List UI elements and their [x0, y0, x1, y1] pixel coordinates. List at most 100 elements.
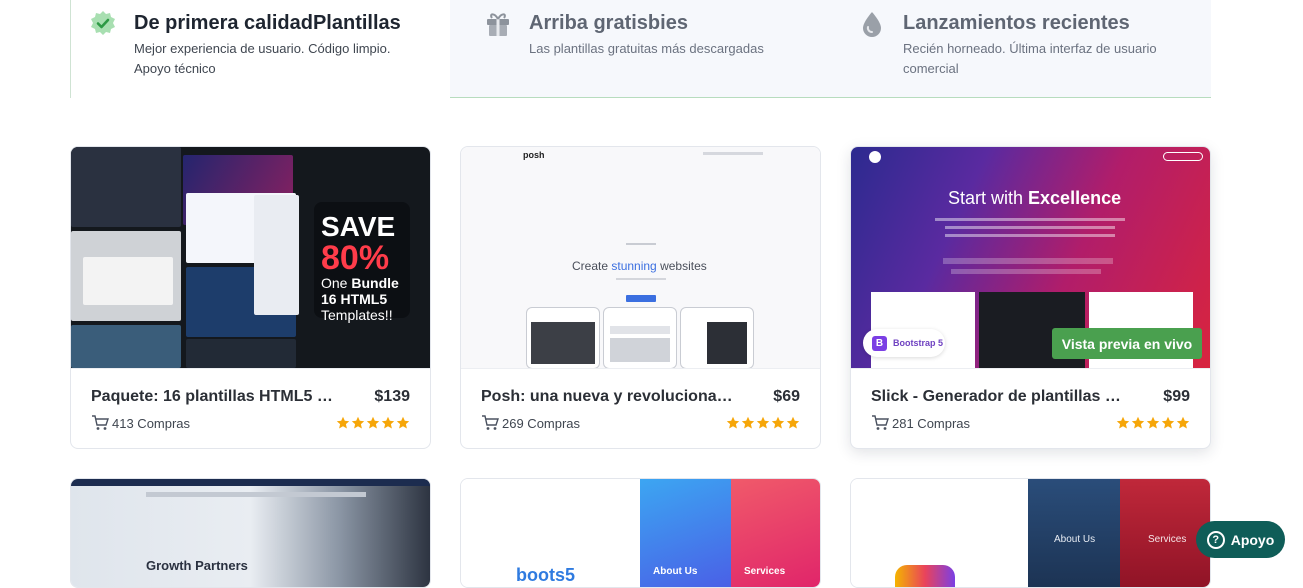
posh-headline-b: stunning	[611, 259, 657, 273]
feature-top-free[interactable]: Arriba gratisbies Las plantillas gratuit…	[466, 0, 826, 98]
bundle-line: One Bundle	[321, 275, 399, 291]
star-icon	[1131, 416, 1145, 429]
tile-label: Services	[1148, 534, 1187, 545]
device-tablet	[526, 307, 600, 368]
product-preview-image[interactable]: SAVE 80% One Bundle 16 HTML5 Templates!!	[71, 147, 430, 368]
product-sales: 269 Compras	[481, 415, 580, 431]
product-preview-image[interactable]: About Us Services	[851, 479, 1210, 587]
cart-icon	[92, 415, 109, 430]
product-sales-count: 281 Compras	[892, 415, 971, 431]
tile-label: About Us	[653, 566, 698, 577]
drop-icon	[858, 10, 886, 38]
product-preview-image[interactable]: Start with Excellence B Bootstrap 5 Vist…	[851, 147, 1210, 368]
gift-icon	[484, 10, 512, 38]
bundle-word: Bundle	[351, 275, 399, 291]
tile-services: Services	[731, 479, 820, 587]
product-card[interactable]: SAVE 80% One Bundle 16 HTML5 Templates!!…	[70, 146, 431, 449]
feature-title: De primera calidadPlantillas	[134, 12, 401, 34]
bundle-one: One	[321, 275, 348, 291]
bootstrap5-label: Bootstrap 5	[893, 338, 944, 348]
bootstrap-icon: B	[872, 335, 887, 351]
star-icon	[381, 416, 395, 429]
help-icon: ?	[1206, 530, 1225, 549]
star-icon	[336, 416, 350, 429]
product-price: $139	[374, 388, 410, 405]
product-preview-image[interactable]: Growth Partners	[71, 479, 430, 587]
slick-lead	[945, 234, 1115, 237]
bundle-templates: Templates!!	[321, 307, 393, 323]
slick-headline: Start with Excellence	[948, 188, 1121, 209]
product-info: Posh: una nueva y revolucionaria plantil…	[461, 368, 820, 448]
product-card[interactable]: boots5 About Us Services	[460, 478, 821, 588]
star-icon	[726, 416, 740, 429]
star-icon	[741, 416, 755, 429]
slick-lead	[945, 226, 1115, 229]
product-title[interactable]: Posh: una nueva y revolucionaria plantil…	[481, 388, 733, 406]
product-title[interactable]: Slick - Generador de plantillas Bootstra…	[871, 388, 1123, 406]
device-tablet	[680, 307, 754, 368]
badge-check-icon	[89, 10, 117, 38]
tile-label: Services	[744, 566, 786, 577]
slick-headline-b: Excellence	[1028, 188, 1122, 208]
star-icon	[1116, 416, 1130, 429]
posh-headline: Create stunning websites	[572, 259, 707, 273]
product-price: $69	[773, 388, 800, 405]
feature-description: Las plantillas gratuitas más descargadas	[529, 41, 764, 56]
cart-icon	[482, 415, 499, 430]
count-line: 16 HTML5	[321, 291, 387, 307]
posh-logo: posh	[523, 150, 545, 160]
product-card[interactable]: About Us Services	[850, 478, 1211, 588]
save-percent: 80%	[321, 239, 390, 277]
tile-label: About Us	[1054, 534, 1096, 545]
features-strip: De primera calidadPlantillas Mejor exper…	[70, 0, 1211, 98]
slick-filter-row	[951, 269, 1101, 274]
slick-lead	[935, 218, 1125, 221]
star-icon	[771, 416, 785, 429]
slick-headline-a: Start with	[948, 188, 1029, 208]
support-label: Apoyo	[1230, 531, 1275, 548]
rating-stars	[1116, 416, 1190, 430]
posh-subtext	[616, 278, 666, 280]
product-card[interactable]: Start with Excellence B Bootstrap 5 Vist…	[850, 146, 1211, 449]
product-preview-image[interactable]: posh Create stunning websites	[461, 147, 820, 368]
product-price: $99	[1163, 388, 1190, 405]
product-sales-count: 269 Compras	[502, 415, 581, 431]
tile-about: About Us	[640, 479, 731, 587]
feature-quality: De primera calidadPlantillas Mejor exper…	[70, 0, 450, 98]
star-icon	[1161, 416, 1175, 429]
live-preview-button[interactable]: Vista previa en vivo	[1052, 328, 1202, 359]
product-info: Paquete: 16 plantillas HTML5 Bootstrap $…	[71, 368, 430, 448]
feature-title: Lanzamientos recientes	[903, 12, 1130, 34]
slick-logo	[869, 151, 881, 163]
cart-icon	[872, 415, 889, 430]
tile-about: About Us	[1028, 479, 1120, 587]
boots5-logo: boots5	[516, 565, 576, 585]
star-icon	[366, 416, 380, 429]
slick-nav-button	[1163, 152, 1203, 161]
product-card[interactable]: posh Create stunning websites Posh: una …	[460, 146, 821, 449]
star-icon	[1146, 416, 1160, 429]
support-button[interactable]: ? Apoyo	[1196, 521, 1285, 558]
posh-nav	[703, 152, 763, 155]
feature-description: Mejor experiencia de usuario. Código lim…	[134, 41, 391, 76]
product-title[interactable]: Paquete: 16 plantillas HTML5 Bootstrap	[91, 388, 343, 406]
product-card[interactable]: Growth Partners	[70, 478, 431, 588]
bootsv-logo	[895, 565, 955, 587]
product-preview-image[interactable]: boots5 About Us Services	[461, 479, 820, 587]
growth-topbar	[71, 479, 430, 486]
star-icon	[351, 416, 365, 429]
product-sales: 281 Compras	[871, 415, 970, 431]
feature-recent[interactable]: Lanzamientos recientes Recién horneado. …	[840, 0, 1210, 98]
posh-cta	[626, 295, 656, 302]
star-icon	[786, 416, 800, 429]
device-tablet	[603, 307, 677, 368]
product-sales-count: 413 Compras	[112, 415, 191, 431]
star-icon	[756, 416, 770, 429]
slick-filter-row	[943, 258, 1113, 264]
star-icon	[1176, 416, 1190, 429]
posh-kicker	[626, 243, 656, 245]
bootstrap5-badge: B Bootstrap 5	[863, 329, 945, 357]
rating-stars	[336, 416, 410, 430]
growth-nav	[146, 492, 366, 497]
posh-headline-a: Create	[572, 259, 612, 273]
